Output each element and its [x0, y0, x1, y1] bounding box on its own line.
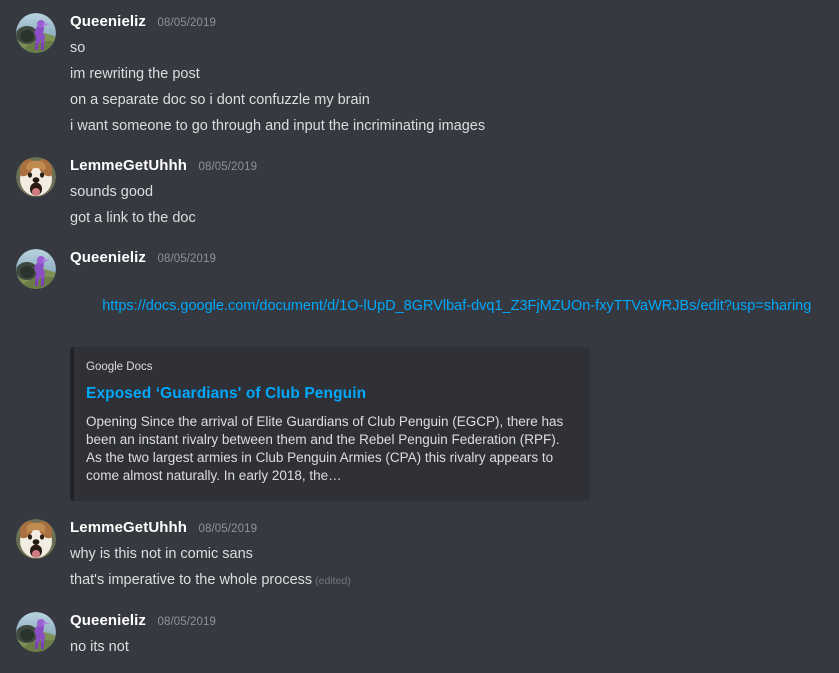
username[interactable]: Queenieliz: [70, 13, 146, 30]
message-content: Queenieliz 08/05/2019 no its not: [70, 611, 839, 660]
message-group: Queenieliz 08/05/2019 no its not: [0, 605, 839, 660]
timestamp: 08/05/2019: [198, 523, 258, 535]
message-text: no its not: [70, 639, 129, 655]
message-text-body: that's imperative to the whole process: [70, 572, 313, 588]
message-group: Queenieliz 08/05/2019 so im rewriting th…: [0, 6, 839, 139]
message-text: im rewriting the post: [70, 66, 200, 82]
embed-provider: Google Docs: [86, 361, 153, 373]
message-text: on a separate doc so i dont confuzzle my…: [70, 92, 370, 108]
message-header: Queenieliz 08/05/2019: [70, 611, 831, 632]
embed-description: Opening Since the arrival of Elite Guard…: [86, 414, 568, 483]
timestamp: 08/05/2019: [157, 17, 217, 29]
avatar[interactable]: [16, 519, 56, 559]
message-content: LemmeGetUhhh 08/05/2019 sounds good got …: [70, 156, 839, 231]
queenieliz-avatar-image: [16, 13, 56, 53]
username[interactable]: Queenieliz: [70, 249, 146, 266]
message-text: https://docs.google.com/document/d/1O-lU…: [70, 271, 831, 339]
message-content: Queenieliz 08/05/2019 https://docs.googl…: [70, 248, 839, 501]
message-content: LemmeGetUhhh 08/05/2019 why is this not …: [70, 518, 839, 594]
queenieliz-avatar-image: [16, 612, 56, 652]
message-header: LemmeGetUhhh 08/05/2019: [70, 156, 831, 177]
message-text: got a link to the doc: [70, 210, 196, 226]
message-text: so: [70, 40, 86, 56]
edited-badge: (edited): [315, 575, 351, 587]
avatar[interactable]: [16, 612, 56, 652]
message-text: that's imperative to the whole process (e…: [70, 567, 831, 594]
timestamp: 08/05/2019: [198, 161, 258, 173]
message-text: why is this not in comic sans: [70, 546, 253, 562]
message-content: Queenieliz 08/05/2019 so im rewriting th…: [70, 12, 839, 139]
avatar[interactable]: [16, 249, 56, 289]
lemmegetuhhh-avatar-image: [16, 519, 56, 559]
username[interactable]: LemmeGetUhhh: [70, 157, 187, 174]
document-link[interactable]: https://docs.google.com/document/d/1O-lU…: [102, 298, 811, 314]
timestamp: 08/05/2019: [157, 253, 217, 265]
timestamp: 08/05/2019: [157, 616, 217, 628]
message-header: LemmeGetUhhh 08/05/2019: [70, 518, 831, 539]
message-group: Queenieliz 08/05/2019 https://docs.googl…: [0, 242, 839, 501]
username[interactable]: LemmeGetUhhh: [70, 519, 187, 536]
lemmegetuhhh-avatar-image: [16, 157, 56, 197]
message-header: Queenieliz 08/05/2019: [70, 248, 831, 269]
avatar[interactable]: [16, 13, 56, 53]
username[interactable]: Queenieliz: [70, 612, 146, 629]
avatar[interactable]: [16, 157, 56, 197]
link-embed[interactable]: Google Docs Exposed ‘Guardians' of Club …: [70, 347, 590, 501]
queenieliz-avatar-image: [16, 249, 56, 289]
message-group: LemmeGetUhhh 08/05/2019 why is this not …: [0, 512, 839, 594]
embed-title[interactable]: Exposed ‘Guardians' of Club Penguin: [86, 383, 574, 405]
message-text: sounds good: [70, 184, 154, 200]
message-header: Queenieliz 08/05/2019: [70, 12, 831, 33]
message-group: LemmeGetUhhh 08/05/2019 sounds good got …: [0, 150, 839, 231]
message-list[interactable]: Queenieliz 08/05/2019 so im rewriting th…: [0, 0, 839, 673]
message-text: i want someone to go through and input t…: [70, 118, 486, 134]
